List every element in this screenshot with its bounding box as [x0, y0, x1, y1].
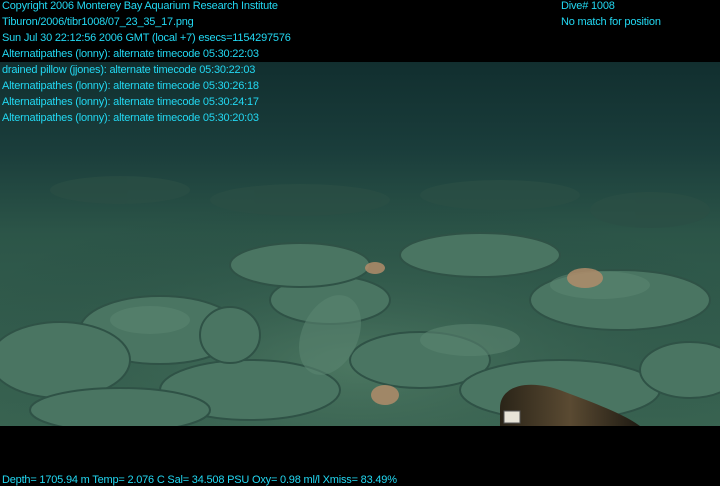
annotation-item: Alternatipathes (lonny): alternate timec… [2, 48, 259, 60]
position-status-text: No match for position [561, 16, 661, 28]
annotation-list: Alternatipathes (lonny): alternate timec… [2, 46, 259, 126]
timestamp-text: Sun Jul 30 22:12:56 2006 GMT (local +7) … [2, 32, 291, 44]
annotation-item: drained pillow (jjones): alternate timec… [2, 64, 256, 76]
dive-number-text: Dive# 1008 [561, 0, 615, 12]
header-right: Dive# 1008 No match for position [561, 0, 661, 30]
header-left: Copyright 2006 Monterey Bay Aquarium Res… [2, 0, 291, 46]
annotation-item: Alternatipathes (lonny): alternate timec… [2, 112, 259, 124]
video-frame: Copyright 2006 Monterey Bay Aquarium Res… [0, 0, 720, 486]
copyright-text: Copyright 2006 Monterey Bay Aquarium Res… [2, 0, 278, 12]
annotation-item: Alternatipathes (lonny): alternate timec… [2, 80, 259, 92]
telemetry-readout: Depth= 1705.94 m Temp= 2.076 C Sal= 34.5… [2, 474, 397, 486]
annotation-item: Alternatipathes (lonny): alternate timec… [2, 96, 259, 108]
file-path-text: Tiburon/2006/tibr1008/07_23_35_17.png [2, 16, 194, 28]
